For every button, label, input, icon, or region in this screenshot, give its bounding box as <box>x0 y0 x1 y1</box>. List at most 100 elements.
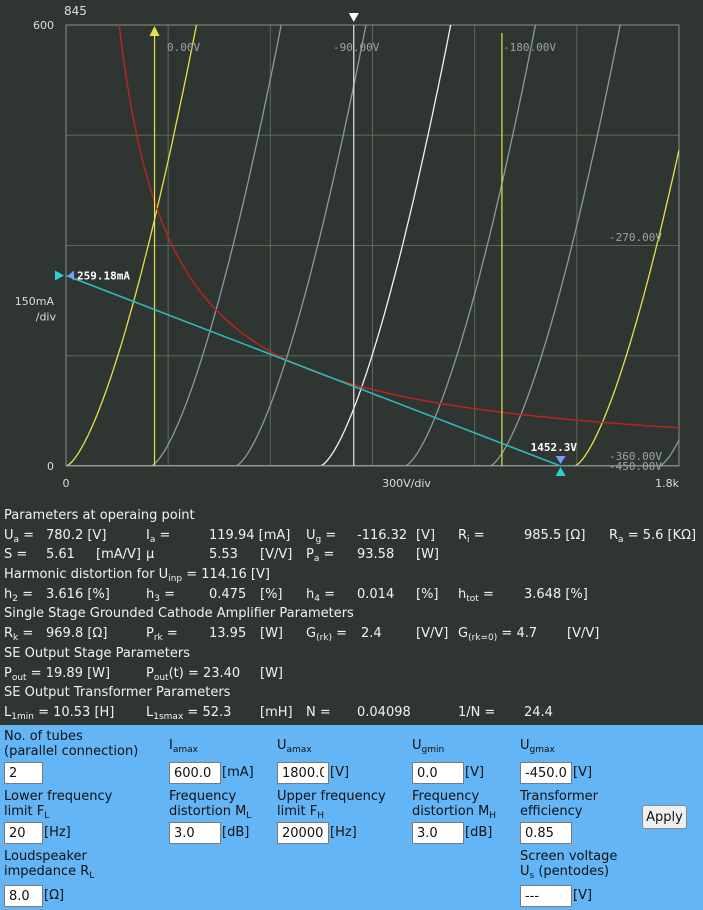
load-start-marker-icon <box>55 270 64 281</box>
tr-title-row: SE Output Transformer Parameters <box>4 683 699 703</box>
plate-curve--45 <box>66 25 282 466</box>
ml-input[interactable] <box>169 822 221 844</box>
yellow-arrow-icon <box>149 26 160 36</box>
ugmin-label: Ugmin <box>412 738 445 755</box>
ugmax-label: Ugmax <box>520 738 555 755</box>
plate-curve--180 <box>66 25 537 466</box>
poutt-unit: [W] <box>260 665 283 681</box>
x-div-label: 300V/div <box>382 477 431 490</box>
grk0-label: G(rk=0) = 4.7 <box>458 626 538 644</box>
y-zero-label: 0 <box>47 460 54 473</box>
parameters-form: No. of tubes (parallel connection) Iamax … <box>0 725 703 910</box>
tubes-input[interactable] <box>4 762 43 784</box>
mu-unit: [V/V] <box>260 547 293 563</box>
iamax-unit: [mA] <box>222 765 254 780</box>
rl-label: Loudspeaker impedance RL <box>4 849 95 881</box>
tubes-label: No. of tubes (parallel connection) <box>4 729 139 759</box>
flow-label: Lower frequency limit FL <box>4 789 113 821</box>
ua-label: Ua = <box>4 527 35 545</box>
n-label: N = <box>306 704 331 720</box>
pa-unit: [W] <box>416 547 439 563</box>
l1min-label: L1min = 10.53 [H] <box>4 704 115 722</box>
prk-value: 13.95 <box>209 626 247 642</box>
max-dissipation-hyperbola <box>118 25 679 429</box>
ugmax-unit: [V] <box>573 765 593 780</box>
h3-value: 0.475 <box>209 586 247 602</box>
op-title-row: Parameters at operaing point <box>4 506 699 526</box>
rk-value: 969.8 [Ω] <box>46 626 108 642</box>
iamax-label: Iamax <box>169 738 198 755</box>
grk-value: 2.4 <box>361 626 382 642</box>
chart-canvas[interactable]: 845 600 150mA/div 00 300V/div 1.8k 0.00V -90.00… <box>0 0 703 503</box>
uamax-label: Uamax <box>277 738 312 755</box>
ugmin-input[interactable] <box>412 762 464 784</box>
s-value: 5.61 <box>46 547 75 563</box>
s-label: S = <box>4 547 28 563</box>
hd-title-row: Harmonic distortion for Uinp = 114.16 [V… <box>4 565 699 585</box>
load-end-marker-icon <box>555 456 566 464</box>
pa-label: Pa = <box>306 547 335 565</box>
x-zero-label: 0 <box>63 477 70 490</box>
fh-input[interactable] <box>277 822 329 844</box>
iamax-input[interactable] <box>169 762 221 784</box>
grk-label: G(rk) = <box>306 626 348 644</box>
load-line <box>66 274 561 466</box>
htot-value: 3.648 [%] <box>524 586 588 602</box>
h2-value: 3.616 [%] <box>46 586 110 602</box>
results-panel: Parameters at operaing point Ua = 780.2 … <box>0 503 703 725</box>
y-div-label: 150mA <box>15 295 55 308</box>
curve-label-0: 0.00V <box>167 41 200 54</box>
h4-value: 0.014 <box>357 586 395 602</box>
mh-unit: [dB] <box>465 825 493 840</box>
l1smax-label: L1smax = 52.3 <box>146 704 232 722</box>
load-end-marker-2-icon <box>555 467 566 476</box>
ri-value: 985.5 [Ω] <box>524 527 586 543</box>
load-current-label: 259.18mA <box>77 270 130 283</box>
ugmax-input[interactable] <box>520 762 572 784</box>
ug-value: -116.32 <box>357 527 408 543</box>
sg-title: Single Stage Grounded Cathode Amplifier … <box>4 606 354 622</box>
ri-label: Ri = <box>458 527 485 545</box>
h4-label: h4 = <box>306 586 336 604</box>
se-title-row: SE Output Stage Parameters <box>4 644 699 664</box>
ug-label: Ug = <box>306 527 337 545</box>
plate-characteristics-chart[interactable]: 845 600 150mA/div 0 0 300V/div 1.8k 0.00V -90.00… <box>0 0 703 503</box>
curve-label-5: -450.00V <box>609 460 662 473</box>
y-div-label-2: /div <box>36 310 57 323</box>
se-row: Pout = 19.89 [W] Pout(t) = 23.40 [W] <box>4 664 699 684</box>
us-unit: [V] <box>573 888 593 903</box>
h3-label: h3 = <box>146 586 176 604</box>
hd-title: Harmonic distortion for Uinp = 114.16 [V… <box>4 567 270 585</box>
mh-input[interactable] <box>412 822 464 844</box>
us-label: Screen voltage Us (pentodes) <box>520 849 618 881</box>
ra-label: Ra = 5.6 [KΩ] <box>609 527 697 545</box>
sg-title-row: Single Stage Grounded Cathode Amplifier … <box>4 604 699 624</box>
n-value: 0.04098 <box>357 704 411 720</box>
curve-label-3: -270.00V <box>609 231 662 244</box>
eff-input[interactable] <box>520 822 572 844</box>
s-unit: [mA/V] <box>96 547 141 563</box>
ua-value: 780.2 [V] <box>46 527 107 543</box>
ug-unit: [V] <box>416 527 436 543</box>
fh-label: Upper frequency limit FH <box>277 789 386 821</box>
grk-unit: [V/V] <box>416 626 449 642</box>
us-input[interactable] <box>520 885 572 907</box>
plate-curve--90 <box>66 25 367 466</box>
h4-unit: [%] <box>416 586 439 602</box>
load-voltage-label: 1452.3V <box>531 441 578 454</box>
hd-row: h2 = 3.616 [%] h3 = 0.475 [%] h4 = 0.014… <box>4 585 699 605</box>
l1smax-unit: [mH] <box>260 704 293 720</box>
ugmin-unit: [V] <box>465 765 485 780</box>
flow-unit: [Hz] <box>44 825 71 840</box>
tr-title: SE Output Transformer Parameters <box>4 685 231 701</box>
top-marker-icon <box>348 13 359 22</box>
rl-input[interactable] <box>4 885 43 907</box>
rl-unit: [Ω] <box>44 888 65 903</box>
flow-input[interactable] <box>4 822 43 844</box>
htot-label: htot = <box>458 586 494 604</box>
prk-label: Prk = <box>146 626 178 644</box>
h3-unit: [%] <box>260 586 283 602</box>
grk0-unit: [V/V] <box>567 626 600 642</box>
uamax-input[interactable] <box>277 762 329 784</box>
apply-button[interactable]: Apply <box>642 805 687 829</box>
